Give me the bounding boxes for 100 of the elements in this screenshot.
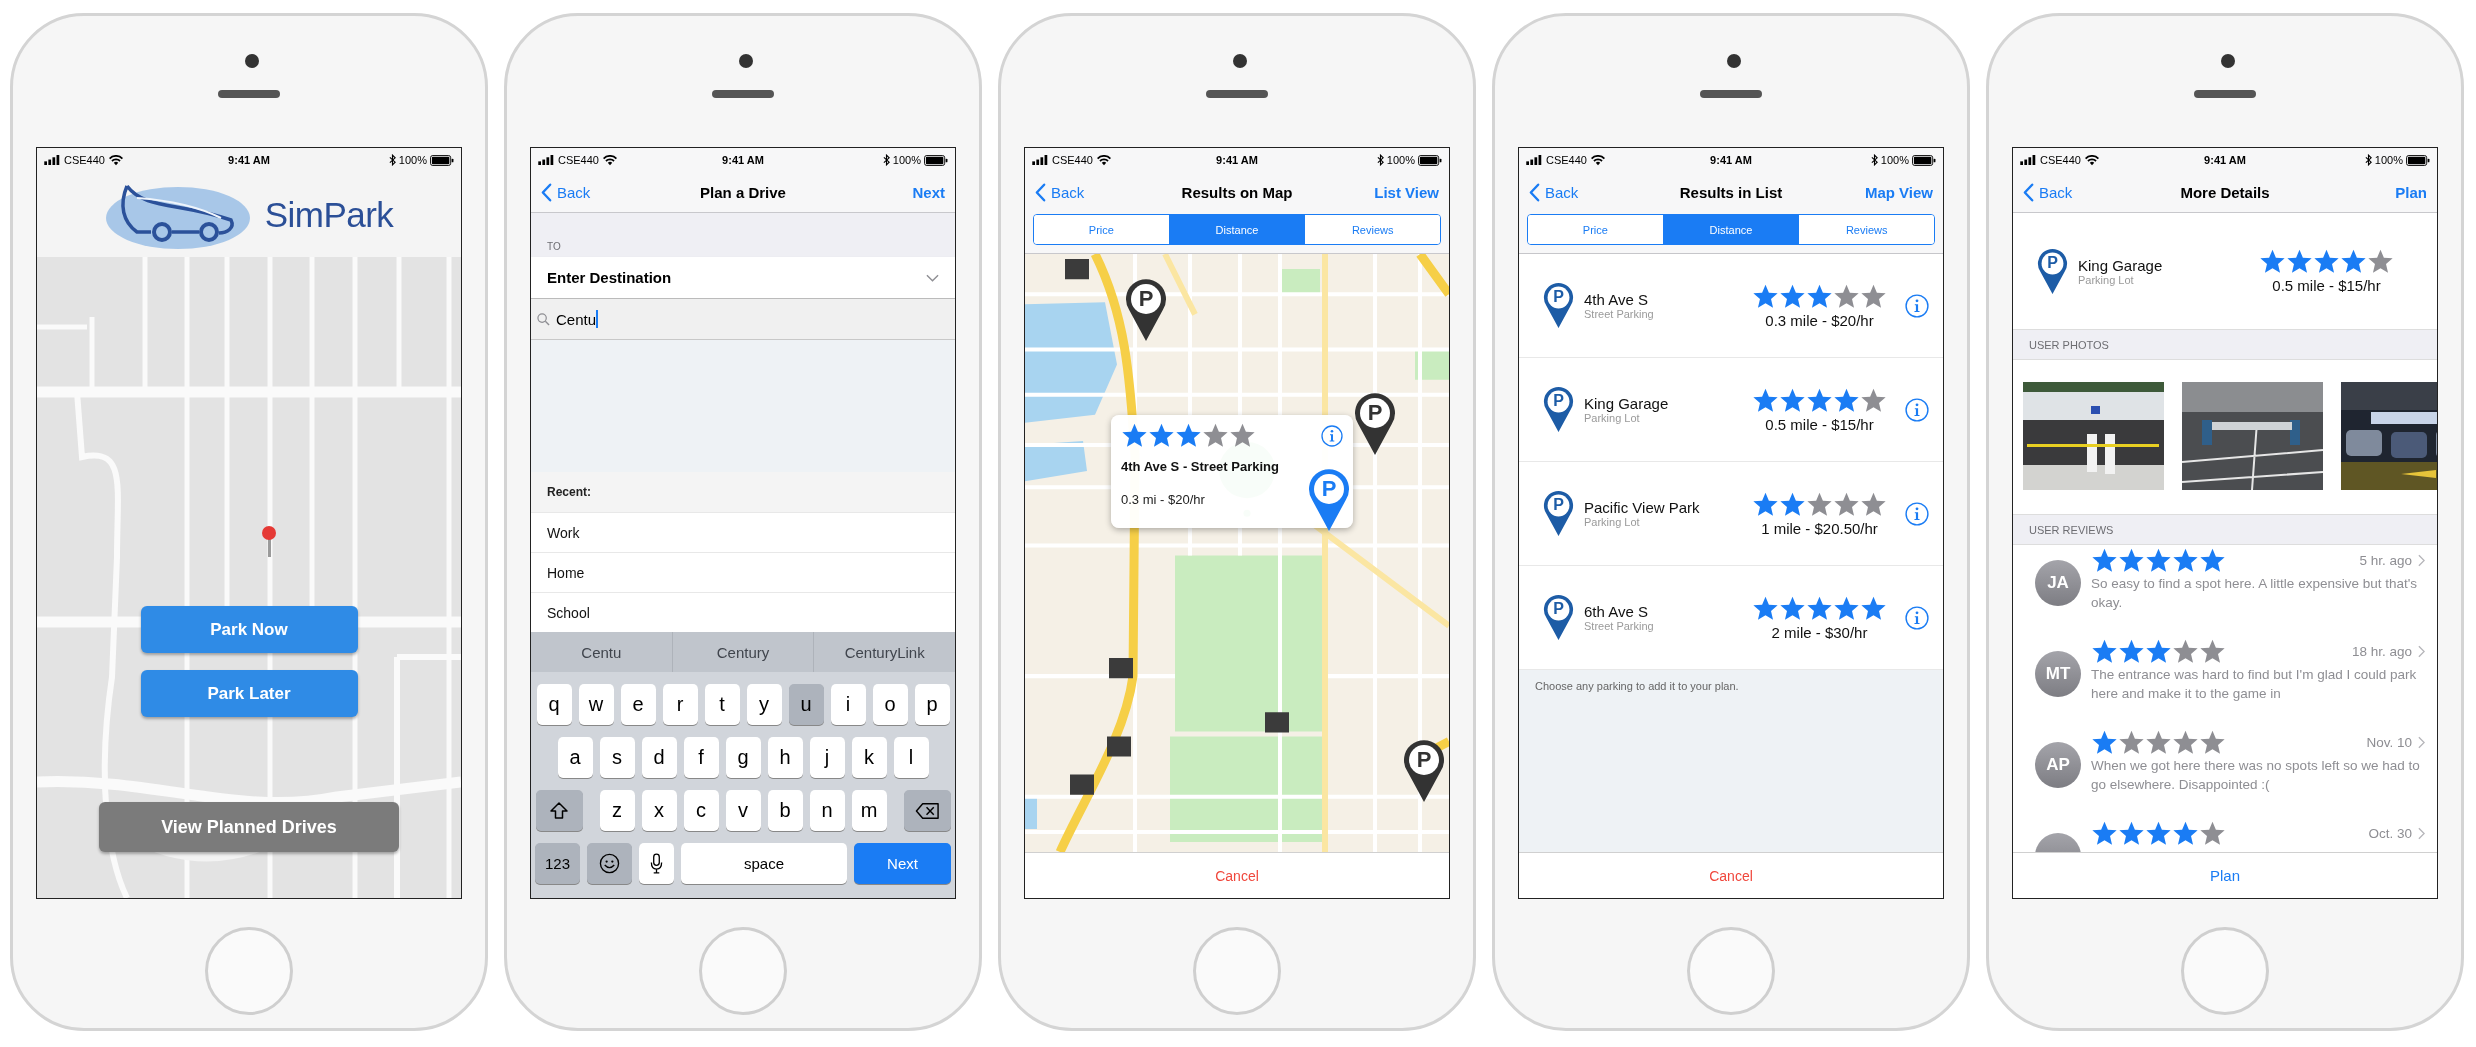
- parking-pin: P: [1541, 385, 1576, 434]
- signal-icon: [538, 155, 554, 165]
- keyboard-key[interactable]: h: [767, 737, 803, 778]
- result-row[interactable]: P 6th Ave S Street Parking 2 mile - $30/hr: [1519, 566, 1943, 670]
- segment-tab[interactable]: Distance: [1168, 215, 1305, 244]
- nav-action-button[interactable]: Next: [912, 183, 945, 201]
- keyboard-key[interactable]: c: [683, 790, 719, 831]
- keyboard-key[interactable]: r: [662, 684, 698, 725]
- distance-price: 0.5 mile - $15/hr: [1765, 415, 1874, 433]
- back-button[interactable]: Back: [1529, 182, 1579, 202]
- keyboard-key[interactable]: i: [830, 684, 866, 725]
- keyboard-key[interactable]: x: [641, 790, 677, 831]
- nav-action-button[interactable]: Plan: [2395, 183, 2427, 201]
- signal-icon: [1032, 155, 1048, 165]
- segment-tab[interactable]: Distance: [1662, 215, 1799, 244]
- section-label: TO: [547, 241, 561, 252]
- segment-tab[interactable]: Reviews: [1304, 215, 1440, 244]
- battery-icon: [2406, 154, 2430, 166]
- carrier-name: CSE440: [2040, 154, 2081, 166]
- keyboard-key[interactable]: s: [599, 737, 635, 778]
- keyboard-key[interactable]: d: [641, 737, 677, 778]
- destination-dropdown[interactable]: Enter Destination: [531, 257, 955, 299]
- action-button[interactable]: Park Now: [140, 606, 358, 653]
- keyboard-key[interactable]: z: [599, 790, 635, 831]
- segment-tab[interactable]: Price: [1528, 215, 1663, 244]
- info-icon[interactable]: [1905, 293, 1929, 318]
- shift-icon: [549, 800, 569, 821]
- shift-key[interactable]: [535, 790, 583, 831]
- keyboard-key[interactable]: a: [557, 737, 593, 778]
- hint-text: Choose any parking to add it to your plan.: [1535, 680, 1739, 692]
- battery-percentage: 100%: [892, 154, 921, 166]
- back-button[interactable]: Back: [2023, 182, 2073, 202]
- parking-pin: P: [2035, 246, 2070, 296]
- wifi-icon: [1097, 154, 1111, 166]
- info-icon[interactable]: [1905, 605, 1929, 630]
- chevron-left-icon: [2023, 182, 2034, 202]
- keyboard-key[interactable]: u: [788, 684, 824, 725]
- keyboard-key[interactable]: b: [767, 790, 803, 831]
- suggestion[interactable]: Centu: [531, 632, 672, 672]
- review-text: When we got here there was no spots left so we had to go elsewhere. Disappointed :(: [2091, 757, 2421, 794]
- camera-dot: [245, 54, 259, 68]
- keyboard-key[interactable]: q: [536, 684, 572, 725]
- keyboard-key[interactable]: n: [809, 790, 845, 831]
- keyboard-key[interactable]: g: [725, 737, 761, 778]
- status-time: 9:41 AM: [1216, 154, 1258, 166]
- place-name: King Garage: [1584, 395, 1670, 412]
- carrier-name: CSE440: [558, 154, 599, 166]
- text-cursor: [596, 310, 599, 328]
- search-field[interactable]: Centu: [531, 299, 955, 340]
- next-key[interactable]: Next: [854, 843, 951, 884]
- dictation-key[interactable]: [639, 843, 674, 884]
- place-type: Parking Lot: [2078, 273, 2134, 286]
- action-button[interactable]: Park Later: [140, 670, 358, 717]
- backspace-key[interactable]: [903, 790, 951, 831]
- keyboard-key[interactable]: v: [725, 790, 761, 831]
- carrier-name: CSE440: [1546, 154, 1587, 166]
- keyboard-key[interactable]: p: [914, 684, 950, 725]
- battery-percentage: 100%: [1386, 154, 1415, 166]
- info-icon[interactable]: [1321, 424, 1343, 447]
- keyboard-key[interactable]: m: [851, 790, 887, 831]
- keyboard-key[interactable]: f: [683, 737, 719, 778]
- result-row[interactable]: P King Garage Parking Lot 0.5 mile - $15/hr: [1519, 358, 1943, 462]
- battery-icon: [1418, 154, 1442, 166]
- back-button[interactable]: Back: [541, 182, 591, 202]
- action-button[interactable]: View Planned Drives: [99, 802, 399, 852]
- chevron-down-icon: [926, 273, 939, 282]
- place-name: Pacific View Park: [1584, 499, 1701, 516]
- speaker-grille: [1700, 90, 1762, 98]
- parking-pin: P: [1541, 281, 1576, 330]
- info-icon[interactable]: [1905, 397, 1929, 422]
- smiley-icon: [599, 853, 620, 874]
- emoji-key[interactable]: [587, 843, 632, 884]
- result-row[interactable]: P 4th Ave S Street Parking 0.3 mile - $20/hr: [1519, 254, 1943, 358]
- suggestion[interactable]: CenturyLink: [813, 632, 955, 672]
- nav-action-button[interactable]: Map View: [1864, 183, 1933, 201]
- keyboard-key[interactable]: j: [809, 737, 845, 778]
- keyboard-key[interactable]: t: [704, 684, 740, 725]
- space-key[interactable]: space: [681, 843, 847, 884]
- nav-action-button[interactable]: List View: [1374, 183, 1439, 201]
- keyboard-key[interactable]: e: [620, 684, 656, 725]
- carrier-name: CSE440: [1052, 154, 1093, 166]
- segment-tab[interactable]: Price: [1034, 215, 1169, 244]
- result-row[interactable]: P Pacific View Park Parking Lot 1 mile - $20.50/hr: [1519, 462, 1943, 566]
- speaker-grille: [2194, 90, 2256, 98]
- status-time: 9:41 AM: [722, 154, 764, 166]
- review-time: Oct. 30: [2368, 826, 2412, 841]
- keyboard-key[interactable]: k: [851, 737, 887, 778]
- keyboard-key[interactable]: o: [872, 684, 908, 725]
- keyboard-key[interactable]: l: [893, 737, 929, 778]
- keyboard-key[interactable]: w: [578, 684, 614, 725]
- place-name: 4th Ave S: [1584, 291, 1649, 308]
- suggestion[interactable]: Century: [671, 632, 814, 672]
- info-icon[interactable]: [1905, 501, 1929, 526]
- place-name: King Garage: [2078, 256, 2164, 274]
- segment-tab[interactable]: Reviews: [1798, 215, 1934, 244]
- back-button[interactable]: Back: [1035, 182, 1085, 202]
- distance-price: 2 mile - $30/hr: [1771, 623, 1868, 641]
- keyboard-key[interactable]: y: [746, 684, 782, 725]
- numbers-key[interactable]: 123: [535, 843, 580, 884]
- microphone-icon: [650, 853, 663, 874]
